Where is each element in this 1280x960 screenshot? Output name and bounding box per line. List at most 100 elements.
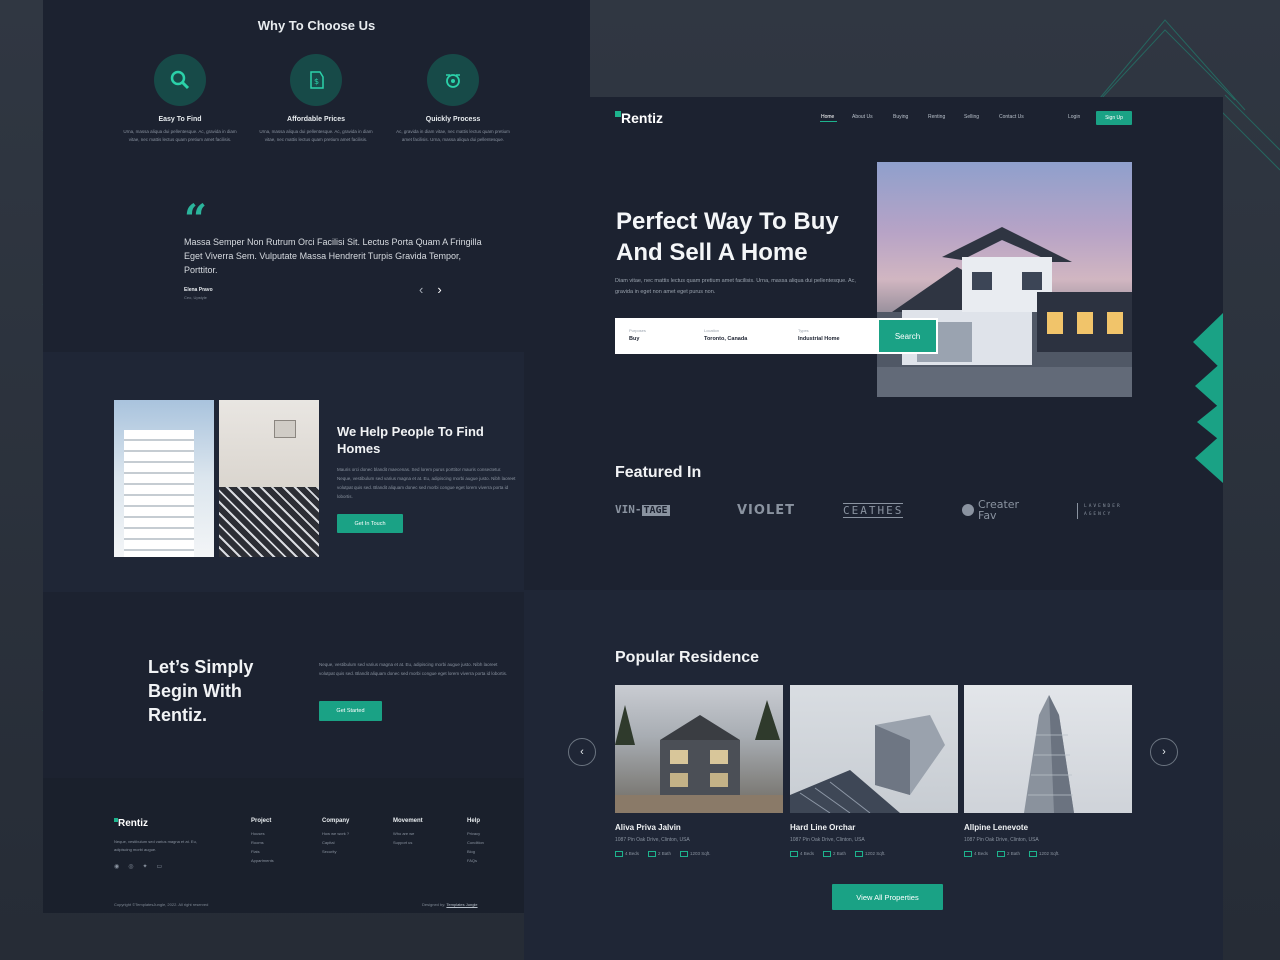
header-logo-text: Rentiz (621, 110, 663, 126)
get-in-touch-button[interactable]: Get In Touch (337, 514, 403, 533)
chevron-left-icon[interactable]: ‹ (419, 282, 423, 297)
field-label: Purposes (629, 328, 646, 333)
nav-buying[interactable]: Buying (893, 114, 908, 120)
footer-link[interactable]: Rooms (251, 838, 274, 847)
quote-icon: “ (184, 196, 208, 243)
nav-active-underline (820, 121, 837, 122)
nav-home[interactable]: Home (821, 114, 834, 120)
createrfav-logo: Creater Fav (962, 499, 1019, 521)
createrfav-logo-mark-icon (962, 504, 974, 516)
building-image (114, 400, 214, 557)
lavender-logo-line: LAVENDER (1084, 504, 1122, 509)
carousel-prev-button[interactable]: ‹ (568, 738, 596, 766)
designed-by: Designed by: Templates Jungle (422, 902, 478, 907)
footer-link[interactable]: Privacy (467, 829, 484, 838)
footer-col-heading: Help (467, 818, 481, 824)
footer-col-company: Company How we work ? Capital Security (322, 818, 349, 856)
chevron-right-icon[interactable]: › (437, 282, 441, 297)
property-image (790, 685, 958, 813)
property-meta: 4 Beds 2 Bath 1202 Sqft. (790, 851, 958, 857)
login-link[interactable]: Login (1068, 114, 1080, 120)
carousel-next-button[interactable]: › (1150, 738, 1178, 766)
property-address: 1087 Pin Oak Drive, Clinton, USA (964, 837, 1039, 843)
beds-count: 4 Beds (615, 851, 639, 857)
footer-col-heading: Company (322, 818, 350, 824)
signup-button[interactable]: Sign Up (1096, 111, 1132, 125)
footer-logo-text: Rentiz (118, 818, 148, 829)
footer-link[interactable]: Houses (251, 829, 274, 838)
footer-col-movement: Movement Who are we Support us (393, 818, 423, 847)
footer-link[interactable]: Flats (251, 847, 274, 856)
lavender-logo: LAVENDER AGENCY (1077, 503, 1122, 519)
designed-by-label: Designed by: (422, 902, 446, 907)
footer-col-heading: Project (251, 818, 272, 824)
social-links: ◉ ◎ ✦ ▭ (114, 863, 162, 870)
facebook-icon[interactable]: ◉ (114, 863, 119, 870)
testimonial-nav: ‹ › (419, 282, 442, 297)
view-all-properties-button[interactable]: View All Properties (832, 884, 943, 910)
createrfav-logo-line: Fav (978, 509, 997, 522)
property-card[interactable]: Allpine Lenevote 1087 Pin Oak Drive, Cli… (964, 685, 1132, 857)
ceathes-logo: CEATHES (843, 503, 904, 518)
area-size: 1203 Sqft. (680, 851, 711, 857)
property-address: 1087 Pin Oak Drive, Clinton, USA (790, 837, 865, 843)
property-card[interactable]: Hard Line Orchar 1087 Pin Oak Drive, Cli… (790, 685, 958, 857)
nav-renting[interactable]: Renting (928, 114, 945, 120)
hero-desc: Diam vitae, nec mattis lectus quam preti… (615, 278, 856, 295)
hero-title: Perfect Way To Buy And Sell A Home (616, 208, 839, 266)
footer-link[interactable]: Capital (322, 838, 349, 847)
footer-link[interactable]: Who are we (393, 829, 423, 838)
footer-link[interactable]: Blog (467, 847, 484, 856)
bath-count: 2 Bath (997, 851, 1020, 857)
interior-image (219, 400, 319, 557)
beds-count: 4 Beds (790, 851, 814, 857)
property-meta: 4 Beds 2 Bath 1202 Sqft. (964, 851, 1132, 857)
footer-logo[interactable]: Rentiz (114, 818, 148, 829)
field-label: Location (704, 328, 720, 333)
feature-quickly-process: Quickly Process Ac, gravida in diam vita… (388, 54, 518, 144)
lavender-logo-line: AGENCY (1084, 512, 1113, 517)
feature-desc: Urna, massa aliqua dui pellentesque. Ac,… (259, 129, 373, 142)
footer-link[interactable]: FAQs (467, 856, 484, 865)
feature-title: Easy To Find (158, 116, 202, 123)
feature-affordable-prices: $ Affordable Prices Urna, massa aliqua d… (251, 54, 381, 144)
search-purpose-field[interactable]: Purposes Buy (615, 318, 695, 354)
search-button[interactable]: Search (877, 318, 938, 354)
price-tag-icon: $ (290, 54, 342, 106)
footer-link[interactable]: Appartments (251, 856, 274, 865)
nav-contact[interactable]: Contact Us (999, 114, 1024, 120)
nav-selling[interactable]: Selling (964, 114, 979, 120)
property-image (964, 685, 1132, 813)
designer-link[interactable]: Templates Jungle (446, 902, 477, 907)
property-name: Hard Line Orchar (790, 823, 856, 832)
search-type-field[interactable]: Types Industrial Home (790, 318, 875, 354)
property-name: Aliva Priva Jalvin (615, 823, 681, 832)
property-card[interactable]: Aliva Priva Jalvin 1087 Pin Oak Drive, C… (615, 685, 783, 857)
instagram-icon[interactable]: ◎ (128, 863, 133, 870)
feature-title: Quickly Process (425, 116, 481, 123)
process-icon (427, 54, 479, 106)
field-value: Toronto, Canada (704, 336, 748, 342)
bath-count: 2 Bath (648, 851, 671, 857)
decorative-diamonds (1193, 313, 1223, 483)
get-started-button[interactable]: Get Started (319, 701, 382, 721)
nav-about[interactable]: About Us (852, 114, 873, 120)
feature-title: Affordable Prices (287, 116, 345, 123)
cta-title: Let’s Simply Begin With Rentiz. (148, 657, 254, 725)
header-logo[interactable]: Rentiz (615, 110, 663, 126)
property-meta: 4 Beds 2 Bath 1203 Sqft. (615, 851, 783, 857)
field-value: Industrial Home (798, 336, 840, 342)
cta-desc: Neque, vestibulum sed varius magna et at… (319, 662, 508, 676)
chevron-right-icon: › (1162, 746, 1166, 758)
testimonial-text: Massa Semper Non Rutrum Orci Facilisi Si… (184, 237, 482, 275)
search-location-field[interactable]: Location Toronto, Canada (695, 318, 790, 354)
footer-link[interactable]: How we work ? (322, 829, 349, 838)
footer-link[interactable]: Security (322, 847, 349, 856)
bath-count: 2 Bath (823, 851, 846, 857)
popular-title: Popular Residence (615, 649, 760, 666)
footer-link[interactable]: Support us (393, 838, 423, 847)
youtube-icon[interactable]: ▭ (157, 863, 163, 870)
twitter-icon[interactable]: ✦ (143, 863, 148, 870)
property-image (615, 685, 783, 813)
footer-link[interactable]: Condition (467, 838, 484, 847)
